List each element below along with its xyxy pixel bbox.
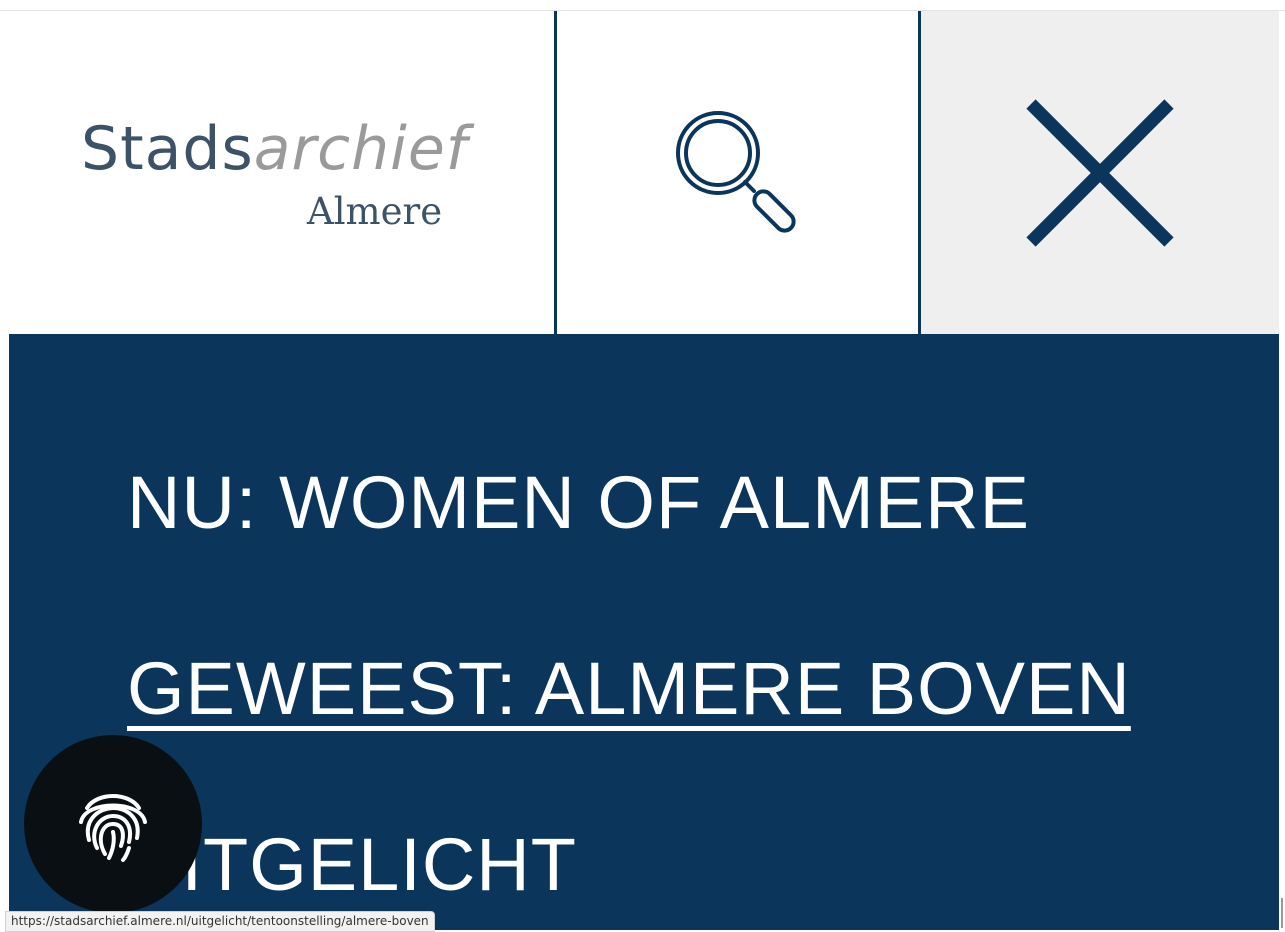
site-header: Stadsarchief Almere	[9, 11, 1279, 334]
logo-text-secondary: archief	[253, 114, 468, 184]
fingerprint-button[interactable]	[24, 735, 202, 913]
close-menu-button[interactable]	[921, 11, 1279, 334]
stadsarchief-logo[interactable]: Stadsarchief Almere	[81, 114, 481, 234]
scrollbar-edge[interactable]	[1281, 898, 1283, 928]
search-button[interactable]	[557, 11, 918, 334]
logo-cell[interactable]: Stadsarchief Almere	[9, 11, 554, 334]
search-icon	[675, 110, 796, 233]
logo-subtitle: Almere	[307, 190, 443, 233]
menu-item-geweest[interactable]: GEWEEST: ALMERE BOVEN	[127, 644, 1131, 734]
top-edge	[0, 0, 1285, 11]
logo-wordmark: Stadsarchief	[81, 114, 468, 184]
logo-text-primary: Stads	[81, 114, 254, 184]
fingerprint-icon	[79, 794, 147, 862]
close-icon	[1026, 98, 1174, 247]
status-bar-url: https://stadsarchief.almere.nl/uitgelich…	[5, 911, 435, 932]
menu-item-nu[interactable]: NU: WOMEN OF ALMERE	[127, 458, 1030, 548]
